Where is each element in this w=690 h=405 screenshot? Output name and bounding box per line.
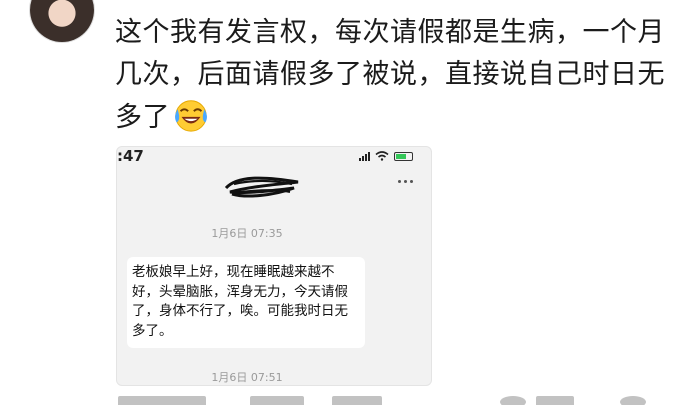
message-timestamp-second: 1月6日 07:51 <box>211 371 283 384</box>
comment-action-bar-cropped <box>0 396 690 405</box>
sms-screenshot: :47 1月6日 07:35 老板娘早上好，现在睡眠越来越不好，头晕脑胀，浑身无… <box>116 146 432 386</box>
battery-icon <box>394 151 413 161</box>
message-bubble: 老板娘早上好，现在睡眠越来越不好，头晕脑胀，浑身无力，今天请假了，身体不行了，唉… <box>127 257 365 348</box>
more-options-icon[interactable] <box>398 180 413 183</box>
redacted-contact-scribble <box>224 176 299 198</box>
status-bar-icons <box>359 151 413 161</box>
crying-laughing-emoji-icon <box>175 100 207 132</box>
signal-icon <box>359 151 370 161</box>
avatar[interactable] <box>30 0 94 42</box>
message-timestamp: 1月6日 07:35 <box>211 227 283 240</box>
wifi-icon <box>375 151 389 161</box>
status-bar-time: :47 <box>117 147 144 165</box>
comment-text-block: 这个我有发言权，每次请假都是生病，一个月几次，后面请假多了被说，直接说自己时日无… <box>115 12 665 139</box>
